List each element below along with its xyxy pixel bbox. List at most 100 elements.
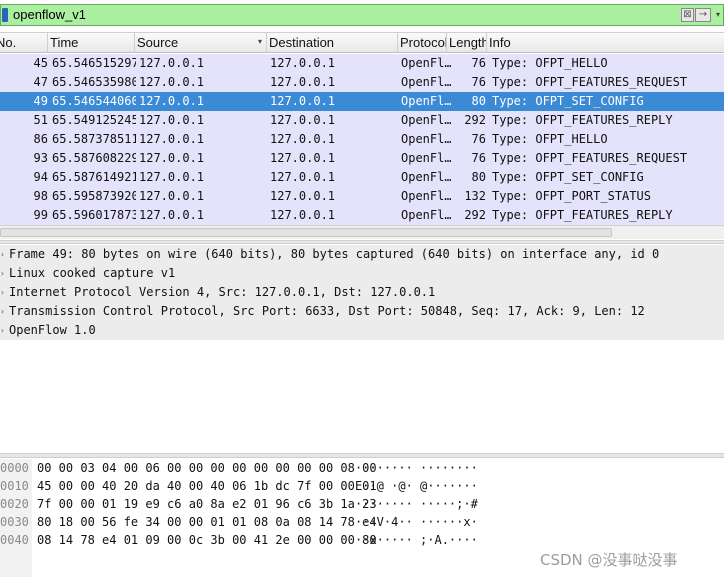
pane-splitter[interactable] [0, 240, 724, 244]
packet-length: 132 [464, 189, 486, 203]
expand-arrow-icon[interactable]: › [0, 302, 8, 321]
packet-destination: 127.0.0.1 [270, 94, 336, 108]
detail-item-label: Internet Protocol Version 4, Src: 127.0.… [9, 285, 436, 299]
detail-item-tcp[interactable]: › Transmission Control Protocol, Src Por… [0, 302, 724, 321]
hex-row[interactable]: 0000 00 00 03 04 00 06 00 00 00 00 00 00… [0, 459, 724, 477]
packet-info: Type: OFPT_PORT_STATUS [492, 189, 651, 203]
hex-ascii[interactable]: ········ ········ [355, 459, 478, 477]
expand-arrow-icon[interactable]: › [0, 321, 8, 340]
packet-row[interactable]: 47 65.546535980 127.0.0.1 127.0.0.1 Open… [0, 73, 724, 92]
hex-row[interactable]: 0040 08 14 78 e4 01 09 00 0c 3b 00 41 2e… [0, 531, 724, 549]
packet-row[interactable]: 99 65.596017873 127.0.0.1 127.0.0.1 Open… [0, 206, 724, 225]
packet-destination: 127.0.0.1 [270, 132, 336, 146]
detail-item-label: OpenFlow 1.0 [9, 323, 96, 337]
packet-time: 65.595873920 [52, 189, 136, 203]
hex-bytes[interactable]: 80 18 00 56 fe 34 00 00 01 01 08 0a 08 1… [37, 513, 377, 531]
packet-no: 47 [33, 75, 48, 89]
display-filter-bar[interactable]: openflow_v1 ⊠ → ▾ [0, 4, 724, 26]
column-header-source[interactable]: Source [135, 33, 267, 53]
hex-row[interactable]: 0010 45 00 00 40 20 da 40 00 40 06 1b dc… [0, 477, 724, 495]
packet-no: 86 [33, 132, 48, 146]
column-header-destination[interactable]: Destination [267, 33, 398, 53]
packet-protocol: OpenFl… [401, 208, 451, 222]
scrollbar-thumb[interactable] [0, 228, 612, 237]
packet-source: 127.0.0.1 [139, 170, 205, 184]
packet-info: Type: OFPT_FEATURES_REPLY [492, 208, 673, 222]
packet-source: 127.0.0.1 [139, 151, 205, 165]
packet-time: 65.546515297 [52, 56, 136, 70]
detail-item-label: Frame 49: 80 bytes on wire (640 bits), 8… [9, 247, 660, 261]
packet-length: 80 [471, 170, 486, 184]
detail-item-frame[interactable]: › Frame 49: 80 bytes on wire (640 bits),… [0, 245, 724, 264]
packet-info: Type: OFPT_HELLO [492, 132, 608, 146]
hex-bytes[interactable]: 08 14 78 e4 01 09 00 0c 3b 00 41 2e 00 0… [37, 531, 377, 549]
packet-time: 65.587614921 [52, 170, 136, 184]
packet-time: 65.596017873 [52, 208, 136, 222]
packet-row[interactable]: 45 65.546515297 127.0.0.1 127.0.0.1 Open… [0, 54, 724, 73]
packet-destination: 127.0.0.1 [270, 75, 336, 89]
column-header-info[interactable]: Info [487, 33, 724, 53]
column-header-time[interactable]: Time [48, 33, 135, 53]
hex-ascii[interactable]: ···V·4·· ······x· [355, 513, 478, 531]
packet-rows: 45 65.546515297 127.0.0.1 127.0.0.1 Open… [0, 54, 724, 225]
packet-time: 65.546544060 [52, 94, 136, 108]
hex-row[interactable]: 0030 80 18 00 56 fe 34 00 00 01 01 08 0a… [0, 513, 724, 531]
hex-row[interactable]: 0020 7f 00 00 01 19 e9 c6 a0 8a e2 01 96… [0, 495, 724, 513]
packet-info: Type: OFPT_FEATURES_REQUEST [492, 75, 688, 89]
packet-row[interactable]: 98 65.595873920 127.0.0.1 127.0.0.1 Open… [0, 187, 724, 206]
detail-item-ipv4[interactable]: › Internet Protocol Version 4, Src: 127.… [0, 283, 724, 302]
packet-list-horizontal-scrollbar[interactable] [0, 225, 724, 239]
packet-length: 292 [464, 208, 486, 222]
packet-source: 127.0.0.1 [139, 132, 205, 146]
column-header-length[interactable]: Length [447, 33, 487, 53]
column-header-protocol[interactable]: Protocol [398, 33, 447, 53]
column-header-no[interactable]: No. [0, 33, 48, 53]
packet-info: Type: OFPT_FEATURES_REQUEST [492, 151, 688, 165]
display-filter-input[interactable]: openflow_v1 [13, 7, 86, 22]
packet-protocol: OpenFl… [401, 56, 451, 70]
hex-bytes[interactable]: 00 00 03 04 00 06 00 00 00 00 00 00 00 0… [37, 459, 377, 477]
detail-item-openflow[interactable]: › OpenFlow 1.0 [0, 321, 724, 340]
packet-row[interactable]: 93 65.587608229 127.0.0.1 127.0.0.1 Open… [0, 149, 724, 168]
packet-no: 94 [33, 170, 48, 184]
packet-time: 65.549125245 [52, 113, 136, 127]
packet-protocol: OpenFl… [401, 75, 451, 89]
detail-item-label: Linux cooked capture v1 [9, 266, 176, 280]
bookmark-icon[interactable] [2, 8, 8, 22]
hex-bytes[interactable]: 45 00 00 40 20 da 40 00 40 06 1b dc 7f 0… [37, 477, 377, 495]
packet-source: 127.0.0.1 [139, 113, 205, 127]
expand-arrow-icon[interactable]: › [0, 264, 8, 283]
packet-details-pane: › Frame 49: 80 bytes on wire (640 bits),… [0, 245, 724, 453]
hex-bytes[interactable]: 7f 00 00 01 19 e9 c6 a0 8a e2 01 96 c6 3… [37, 495, 377, 513]
packet-row[interactable]: 51 65.549125245 127.0.0.1 127.0.0.1 Open… [0, 111, 724, 130]
detail-item-linux-cooked-capture[interactable]: › Linux cooked capture v1 [0, 264, 724, 283]
packet-info: Type: OFPT_HELLO [492, 56, 608, 70]
packet-info: Type: OFPT_FEATURES_REPLY [492, 113, 673, 127]
packet-row[interactable]: 94 65.587614921 127.0.0.1 127.0.0.1 Open… [0, 168, 724, 187]
packet-row[interactable]: 86 65.587378511 127.0.0.1 127.0.0.1 Open… [0, 130, 724, 149]
packet-destination: 127.0.0.1 [270, 208, 336, 222]
expand-arrow-icon[interactable]: › [0, 245, 8, 264]
packet-row-selected[interactable]: 49 65.546544060 127.0.0.1 127.0.0.1 Open… [0, 92, 724, 111]
packet-no: 49 [33, 94, 48, 108]
sort-descending-icon: ▾ [258, 37, 263, 46]
packet-source: 127.0.0.1 [139, 75, 205, 89]
packet-length: 76 [471, 75, 486, 89]
filter-history-dropdown-icon[interactable]: ▾ [713, 9, 723, 21]
packet-protocol: OpenFl… [401, 94, 451, 108]
apply-filter-icon[interactable]: → [695, 8, 711, 22]
hex-ascii[interactable]: E··@ ·@· @······· [355, 477, 478, 495]
hex-offset: 0020 [0, 497, 29, 511]
pane-splitter[interactable] [0, 453, 724, 458]
hex-ascii[interactable]: ········ ·····;·# [355, 495, 478, 513]
hex-offset: 0040 [0, 533, 29, 547]
packet-destination: 127.0.0.1 [270, 170, 336, 184]
packet-time: 65.587608229 [52, 151, 136, 165]
packet-source: 127.0.0.1 [139, 56, 205, 70]
packet-time: 65.546535980 [52, 75, 136, 89]
expand-arrow-icon[interactable]: › [0, 283, 8, 302]
packet-destination: 127.0.0.1 [270, 56, 336, 70]
packet-protocol: OpenFl… [401, 113, 451, 127]
hex-ascii[interactable]: ··x····· ;·A.···· [355, 531, 478, 549]
clear-filter-icon[interactable]: ⊠ [681, 8, 694, 22]
